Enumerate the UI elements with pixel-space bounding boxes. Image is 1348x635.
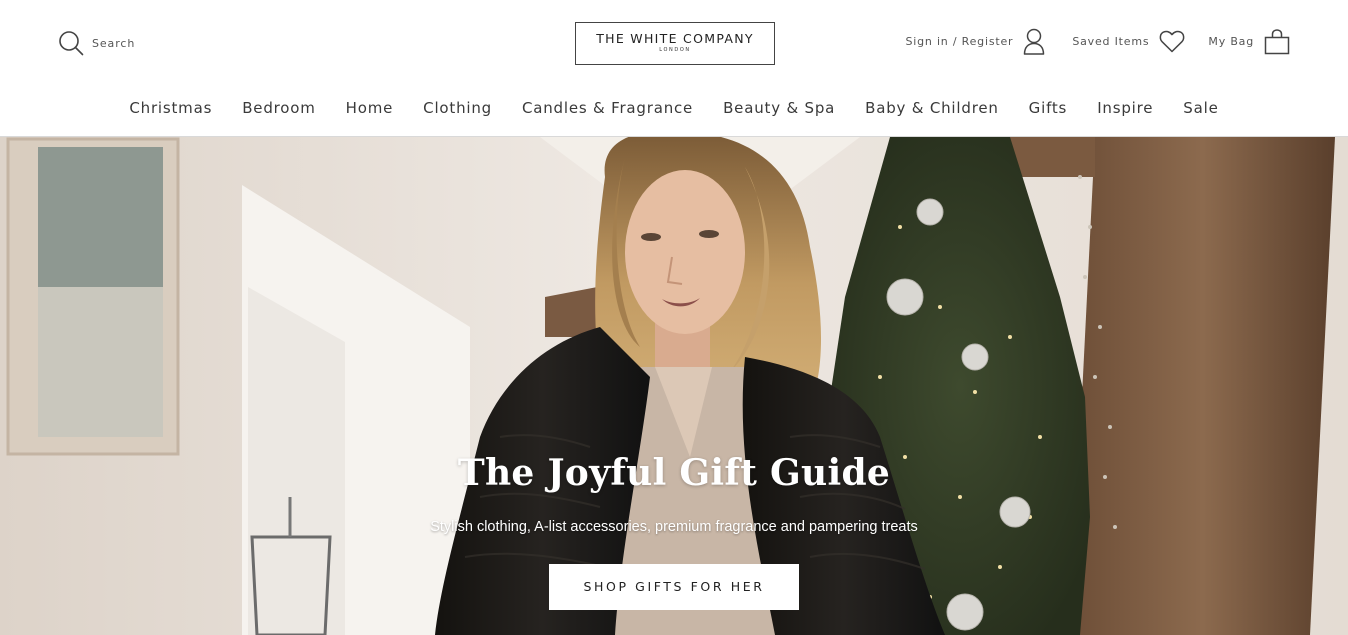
- saved-items-link[interactable]: Saved Items: [1072, 30, 1185, 53]
- sign-in-register-link[interactable]: Sign in / Register: [905, 28, 1045, 55]
- logo-wordmark: THE WHITE COMPANY: [596, 31, 754, 46]
- search-icon[interactable]: [58, 30, 84, 56]
- nav-item-baby-children[interactable]: Baby & Children: [865, 96, 999, 120]
- hero-title: The Joyful Gift Guide: [457, 452, 891, 494]
- nav-item-inspire[interactable]: Inspire: [1097, 96, 1153, 120]
- brand-logo[interactable]: THE WHITE COMPANY LONDON: [575, 22, 775, 65]
- main-navigation: Christmas Bedroom Home Clothing Candles …: [0, 96, 1348, 120]
- saved-items-label[interactable]: Saved Items: [1072, 35, 1149, 48]
- nav-item-sale[interactable]: Sale: [1183, 96, 1218, 120]
- nav-item-candles-fragrance[interactable]: Candles & Fragrance: [522, 96, 693, 120]
- nav-item-home[interactable]: Home: [346, 96, 394, 120]
- search-label[interactable]: Search: [92, 37, 135, 50]
- nav-item-gifts[interactable]: Gifts: [1029, 96, 1068, 120]
- nav-item-beauty-spa[interactable]: Beauty & Spa: [723, 96, 835, 120]
- shop-gifts-for-her-button[interactable]: SHOP GIFTS FOR HER: [549, 564, 799, 610]
- my-bag-label[interactable]: My Bag: [1208, 35, 1254, 48]
- site-header: Search THE WHITE COMPANY LONDON Sign in …: [0, 0, 1348, 137]
- utility-nav: Sign in / Register Saved Items My Bag: [905, 28, 1290, 55]
- hero-subtitle: Stylish clothing, A-list accessories, pr…: [430, 519, 918, 535]
- nav-item-bedroom[interactable]: Bedroom: [242, 96, 315, 120]
- my-bag-link[interactable]: My Bag: [1208, 28, 1290, 55]
- nav-item-christmas[interactable]: Christmas: [129, 96, 212, 120]
- search-box[interactable]: Search: [58, 30, 135, 56]
- nav-item-clothing[interactable]: Clothing: [423, 96, 492, 120]
- hero-banner[interactable]: The Joyful Gift Guide Stylish clothing, …: [0, 137, 1348, 635]
- heart-icon[interactable]: [1159, 30, 1185, 53]
- logo-location: LONDON: [659, 47, 691, 53]
- sign-in-label[interactable]: Sign in / Register: [905, 35, 1013, 48]
- hero-image: [0, 137, 1348, 635]
- user-icon[interactable]: [1023, 28, 1045, 55]
- bag-icon[interactable]: [1264, 28, 1290, 55]
